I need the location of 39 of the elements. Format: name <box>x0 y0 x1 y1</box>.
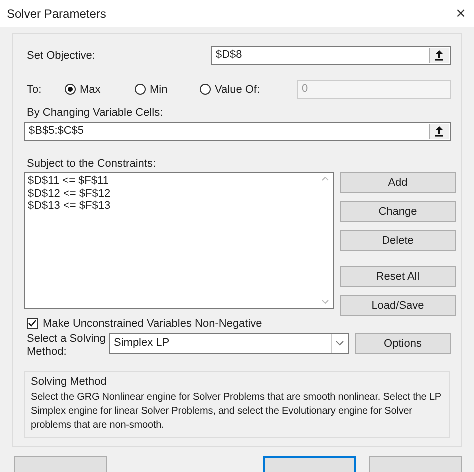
action-button[interactable]: Reset All <box>340 266 456 287</box>
field-value: $D$8 <box>215 48 244 63</box>
collapse-arrow-icon <box>435 126 444 137</box>
action-button[interactable]: Change <box>340 201 456 222</box>
collapse-button[interactable] <box>429 124 449 139</box>
group-title: Solving Method <box>31 375 108 389</box>
list-label: Subject to the Constraints: <box>27 158 156 170</box>
constraints-list[interactable]: $D$11 <= $F$11 $D$12 <= $F$12 $D$13 <= $F$13 <box>24 172 334 309</box>
checkbox[interactable] <box>27 318 38 329</box>
constraint-item[interactable]: $D$13 <= $F$13 <box>28 200 314 212</box>
dialog-button[interactable] <box>14 456 107 472</box>
action-button[interactable]: Load/Save <box>340 295 456 316</box>
close-button[interactable]: × <box>456 4 466 24</box>
radio-button[interactable]: Value Of: <box>200 84 295 96</box>
constraint-item[interactable]: $D$11 <= $F$11 <box>28 175 314 188</box>
method-dropdown[interactable]: Simplex LP <box>109 333 349 354</box>
scroll-down-icon[interactable] <box>322 300 328 304</box>
dropdown-caret-icon <box>336 341 344 346</box>
dialog-button[interactable] <box>263 456 356 472</box>
action-button[interactable]: Delete <box>340 230 456 251</box>
reference-field[interactable]: $D$8 <box>211 46 451 65</box>
field-label: Select a Solving Method: <box>26 333 107 359</box>
options-button[interactable]: Options <box>355 333 451 354</box>
reference-field[interactable]: $B$5:$C$5 <box>24 122 451 141</box>
collapse-button[interactable] <box>429 48 449 63</box>
field-label: Set Objective: <box>26 50 96 62</box>
dialog-button[interactable] <box>369 456 462 472</box>
window-title: Solver Parameters <box>7 6 106 20</box>
field-label: By Changing Variable Cells: <box>27 107 164 119</box>
action-button[interactable]: Add <box>340 172 456 193</box>
checkbox-label[interactable]: Make Unconstrained Variables Non-Negative <box>43 318 262 330</box>
field-label: To: <box>26 84 43 96</box>
radio-button[interactable]: Min <box>135 84 200 96</box>
scroll-up-icon[interactable] <box>322 177 328 181</box>
method-description: Select the GRG Nonlinear engine for Solver Problems that are smooth nonlinear. Select the LP Simplex engine for linear Solver Problems, and select the Evolutionary engine for Solver problems that are non-smooth. <box>31 391 442 433</box>
radio-button[interactable]: Max <box>65 84 135 96</box>
constraint-item[interactable]: $D$12 <= $F$12 <box>28 188 314 200</box>
collapse-arrow-icon <box>435 50 444 61</box>
field-value: $B$5:$C$5 <box>28 124 86 139</box>
